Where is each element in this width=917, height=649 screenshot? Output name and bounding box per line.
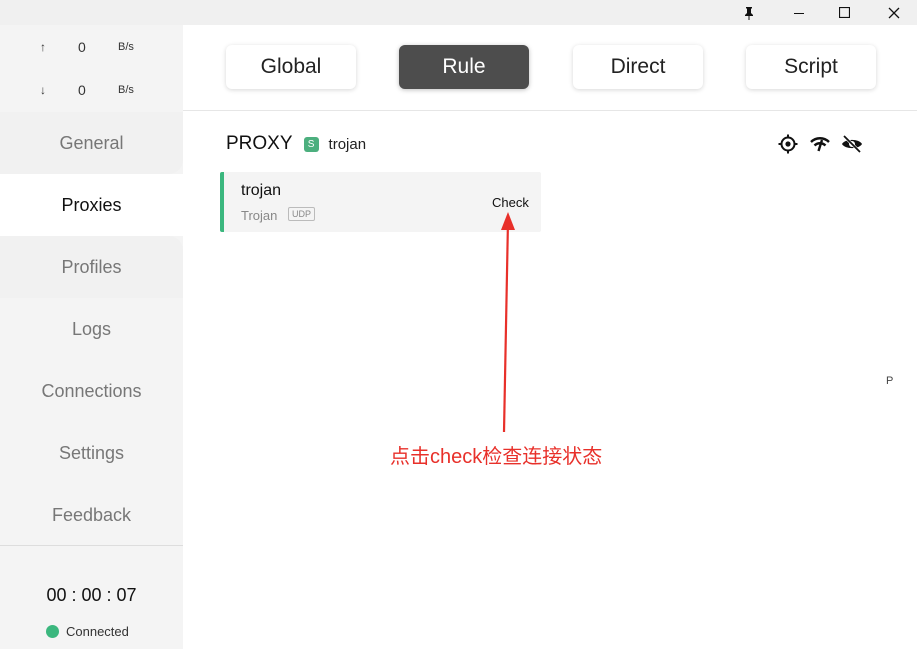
group-actions <box>777 132 863 156</box>
minimize-icon[interactable] <box>777 0 821 25</box>
upload-speed: ↑ 0 B/s <box>0 38 183 58</box>
download-speed: ↓ 0 B/s <box>0 81 183 101</box>
mode-direct-button[interactable]: Direct <box>573 45 703 89</box>
nav-item-general[interactable]: General <box>0 112 183 174</box>
proxy-group-header[interactable]: PROXY S trojan <box>226 131 366 157</box>
pin-icon[interactable] <box>727 0 771 25</box>
traffic-panel: ↑ 0 B/s ↓ 0 B/s <box>0 25 183 111</box>
nav-item-settings[interactable]: Settings <box>0 422 183 484</box>
edge-glyph: P <box>886 375 894 387</box>
status-label: Connected <box>66 623 129 639</box>
upload-unit: B/s <box>118 41 134 53</box>
hide-icon[interactable] <box>841 133 863 155</box>
group-type-badge: S <box>303 136 319 152</box>
mode-script-button[interactable]: Script <box>746 45 876 89</box>
sidebar-divider <box>0 545 183 546</box>
mode-global-button[interactable]: Global <box>226 45 356 89</box>
upload-value: 0 <box>78 39 86 55</box>
upload-arrow-icon: ↑ <box>40 40 46 54</box>
connection-timer: 00 : 00 : 07 <box>46 585 137 605</box>
download-arrow-icon: ↓ <box>40 83 46 97</box>
annotation-label: 点击check检查连接状态 <box>390 446 603 468</box>
status-dot-icon <box>46 624 59 638</box>
mode-bar: Global Rule Direct Script <box>183 25 917 111</box>
nav-item-logs[interactable]: Logs <box>0 298 183 360</box>
proxy-type: Trojan <box>241 208 278 223</box>
connection-status: Connected <box>46 623 129 639</box>
download-unit: B/s <box>118 84 134 96</box>
annotation-arrow-icon <box>501 212 515 433</box>
proxy-name: trojan <box>241 182 282 199</box>
nav-item-connections[interactable]: Connections <box>0 360 183 422</box>
title-bar <box>0 0 917 25</box>
latency-test-icon[interactable] <box>809 133 831 155</box>
sidebar: ↑ 0 B/s ↓ 0 B/s General Proxies Profiles… <box>0 25 183 649</box>
mode-rule-button[interactable]: Rule <box>399 45 529 89</box>
maximize-icon[interactable] <box>822 0 866 25</box>
nav-item-profiles[interactable]: Profiles <box>0 236 183 298</box>
group-selected-proxy: trojan <box>328 135 367 153</box>
close-icon[interactable] <box>872 0 916 25</box>
udp-badge: UDP <box>288 207 316 221</box>
locate-icon[interactable] <box>777 133 799 155</box>
group-name: PROXY <box>226 133 293 154</box>
nav-item-feedback[interactable]: Feedback <box>0 484 183 546</box>
download-value: 0 <box>78 82 86 98</box>
nav-item-proxies[interactable]: Proxies <box>0 174 183 236</box>
